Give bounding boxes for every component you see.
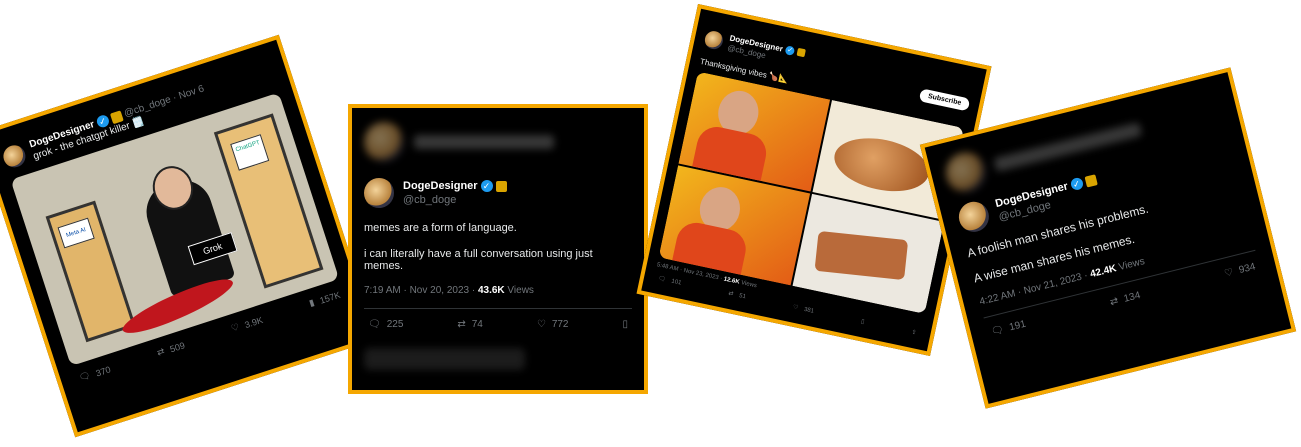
reply-button[interactable]: 🗨 191 (990, 319, 1027, 338)
repost-button[interactable]: ⇄ 74 (457, 319, 483, 330)
bookmark-button[interactable]: ▯ (622, 319, 628, 330)
verified-icon: ✓ (480, 180, 493, 193)
views-label: Views (740, 280, 758, 290)
verified-icon: ✓ (1069, 176, 1084, 192)
tweet-meta: 7:19 AM · Nov 20, 2023 · 43.6K Views (364, 285, 632, 296)
like-count: 772 (551, 319, 569, 330)
like-button[interactable]: ♡ 772 (537, 319, 569, 330)
repost-icon: ⇄ (727, 289, 735, 298)
reply-count: 370 (94, 364, 112, 379)
views-number: 12.6K (723, 276, 741, 286)
tweet-card-grok[interactable]: DogeDesigner ✓ @cb_doge · Nov 6 grok - th… (0, 34, 378, 438)
tweet-timestamp[interactable]: 7:19 AM · Nov 20, 2023 · (364, 285, 475, 296)
repost-button[interactable]: ⇄ 509 (156, 340, 186, 358)
reply-count: 191 (1008, 318, 1028, 334)
affiliate-badge-icon (495, 180, 507, 192)
affiliate-badge-icon (1084, 173, 1098, 188)
share-icon: ⇪ (910, 328, 918, 337)
like-button[interactable]: ♡ 381 (792, 303, 814, 314)
tweet-actions: 🗨 225 ⇄ 74 ♡ 772 ▯ (364, 309, 632, 330)
like-button[interactable]: ♡ 934 (1223, 261, 1256, 279)
like-count: 381 (803, 306, 815, 315)
avatar[interactable] (955, 198, 993, 235)
views-number: 43.6K (477, 285, 505, 296)
bookmark-icon: ▯ (622, 319, 628, 330)
views-number: 42.4K (1089, 263, 1118, 281)
like-icon: ♡ (229, 322, 241, 335)
like-count: 934 (1237, 261, 1257, 277)
like-count: 3.9K (243, 314, 265, 330)
repost-icon: ⇄ (155, 346, 166, 359)
blurred-footer (364, 348, 525, 370)
reply-icon: 🗨 (990, 324, 1006, 338)
repost-count: 509 (168, 339, 186, 355)
reply-icon: 🗨 (657, 274, 667, 284)
verified-icon: ✓ (784, 45, 796, 56)
like-button[interactable]: ♡ 3.9K (230, 315, 264, 335)
blurred-header (352, 108, 644, 162)
tweet-text-line1: memes are a form of language. (364, 222, 517, 234)
repost-icon: ⇄ (1108, 295, 1120, 309)
repost-count: 51 (738, 292, 747, 300)
door-meta (45, 200, 136, 342)
views-icon: ▮ (307, 297, 316, 309)
reply-button[interactable]: 🗨 370 (78, 364, 112, 384)
reply-count: 225 (386, 319, 404, 330)
repost-icon: ⇄ (457, 319, 466, 330)
repost-count: 134 (1122, 290, 1142, 305)
tweet-card-language[interactable]: DogeDesigner ✓ @cb_doge memes are a form … (348, 104, 648, 394)
like-icon: ♡ (792, 303, 799, 312)
author-name[interactable]: DogeDesigner (403, 180, 478, 192)
tweet-text-line2: i can literally have a full conversation… (364, 248, 593, 272)
affiliate-badge-icon (796, 48, 807, 58)
author-handle[interactable]: @cb_doge (403, 193, 507, 207)
like-icon: ♡ (536, 319, 546, 330)
avatar[interactable] (0, 142, 29, 171)
reply-button[interactable]: 🗨 101 (657, 275, 682, 287)
repost-button[interactable]: ⇄ 51 (728, 290, 747, 301)
avatar[interactable] (364, 178, 394, 208)
reply-icon: 🗨 (368, 319, 381, 330)
reply-count: 101 (670, 278, 682, 287)
reply-icon: 🗨 (77, 370, 92, 384)
avatar[interactable] (703, 28, 725, 51)
bookmark-button[interactable]: ▯ (860, 318, 865, 326)
repost-count: 74 (471, 319, 483, 330)
like-icon: ♡ (1223, 266, 1235, 280)
bookmark-icon: ▯ (860, 317, 866, 326)
share-button[interactable]: ⇪ (911, 329, 917, 337)
views-count: 157K (318, 289, 342, 306)
views-button[interactable]: ▮ 157K (308, 289, 342, 308)
views-label: Views (507, 285, 534, 296)
views-label: Views (1117, 255, 1146, 274)
reply-button[interactable]: 🗨 225 (368, 319, 403, 330)
repost-button[interactable]: ⇄ 134 (1109, 290, 1142, 308)
